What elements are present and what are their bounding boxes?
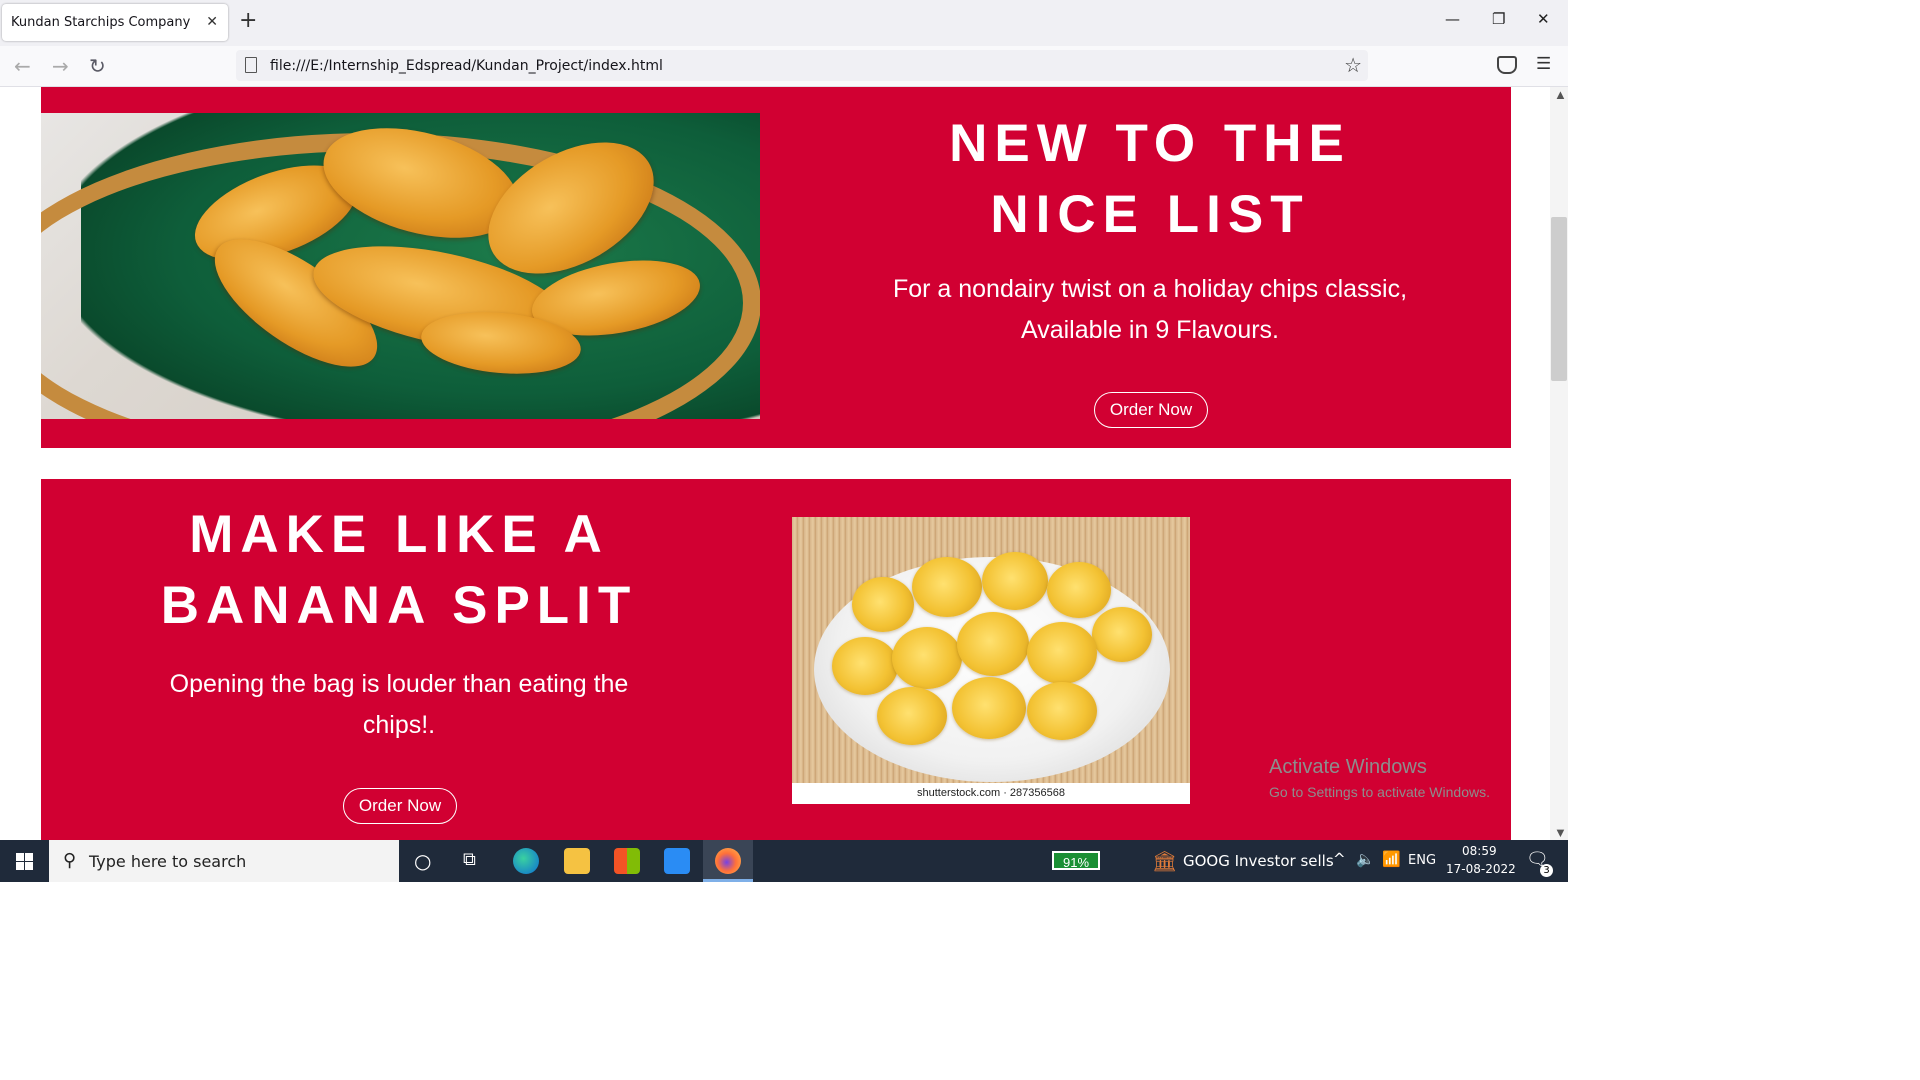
order-now-button[interactable]: Order Now <box>343 788 457 824</box>
address-bar[interactable]: file:///E:/Internship_Edspread/Kundan_Pr… <box>236 50 1368 81</box>
section-description: For a nondairy twist on a holiday chips … <box>850 269 1450 351</box>
page-viewport: NEW TO THE NICE LIST For a nondairy twis… <box>0 87 1550 840</box>
new-tab-icon[interactable]: + <box>239 8 257 33</box>
chip-shape <box>1092 607 1152 662</box>
promo-section-nice-list: NEW TO THE NICE LIST For a nondairy twis… <box>41 87 1511 448</box>
description-line-2: Available in 9 Flavours. <box>1020 316 1279 344</box>
wifi-icon[interactable]: 📶 <box>1382 850 1401 868</box>
chip-shape <box>832 637 898 695</box>
heading-line-1: NEW TO THE <box>949 114 1351 173</box>
chip-shape <box>892 627 962 689</box>
tab-bar: Kundan Starchips Company ✕ + — ❐ ✕ <box>0 0 1568 46</box>
scroll-up-icon[interactable]: ▲ <box>1554 87 1567 102</box>
chip-shape <box>952 677 1026 739</box>
page-scrollbar[interactable]: ▲ ▼ <box>1550 87 1568 840</box>
windows-taskbar: ⚲ Type here to search ○ ⧉ 91% 🏛 GOOG Inv… <box>0 840 1568 882</box>
news-ticker[interactable]: GOOG Investor sells <box>1183 852 1334 870</box>
heading-line-2: NICE LIST <box>990 185 1310 244</box>
edge-icon[interactable] <box>513 848 539 874</box>
chip-shape <box>852 577 914 632</box>
heading-line-2: BANANA SPLIT <box>160 576 638 635</box>
speaker-icon[interactable]: 🔈 <box>1356 850 1375 868</box>
banana-chips-leaf-image <box>41 113 760 419</box>
section-description: Opening the bag is louder than eating th… <box>99 664 699 746</box>
chip-shape <box>982 552 1048 610</box>
minimize-icon[interactable]: — <box>1445 10 1460 28</box>
chip-shape <box>912 557 982 617</box>
file-explorer-icon[interactable] <box>564 848 590 874</box>
chip-shape <box>1027 682 1097 740</box>
mail-icon[interactable] <box>664 848 690 874</box>
battery-indicator[interactable]: 91% <box>1052 851 1100 870</box>
menu-icon[interactable]: ☰ <box>1536 54 1551 74</box>
logo-pane <box>25 862 33 870</box>
file-icon <box>245 57 257 73</box>
description-line-2: chips!. <box>362 711 436 739</box>
close-tab-icon[interactable]: ✕ <box>206 13 218 30</box>
back-icon[interactable]: ← <box>14 54 31 78</box>
chip-shape <box>1047 562 1111 618</box>
section-heading: NEW TO THE NICE LIST <box>850 108 1450 250</box>
close-window-icon[interactable]: ✕ <box>1537 10 1550 28</box>
logo-pane <box>16 853 24 861</box>
clock-date[interactable]: 17-08-2022 <box>1446 862 1516 876</box>
restore-icon[interactable]: ❐ <box>1492 10 1505 28</box>
navigation-bar: ← → ↻ file:///E:/Internship_Edspread/Kun… <box>0 46 1568 87</box>
task-view-icon[interactable]: ⧉ <box>463 849 476 870</box>
clock-time[interactable]: 08:59 <box>1462 844 1497 858</box>
description-line-1: Opening the bag is louder than eating th… <box>169 670 629 698</box>
start-icon[interactable] <box>16 853 33 870</box>
section-heading: MAKE LIKE A BANANA SPLIT <box>99 499 699 641</box>
scroll-down-icon[interactable]: ▼ <box>1554 825 1567 840</box>
tab-title: Kundan Starchips Company <box>11 15 191 30</box>
taskbar-search-box[interactable]: ⚲ Type here to search <box>49 840 399 882</box>
chip-shape <box>957 612 1029 676</box>
activate-windows-title: Activate Windows <box>1269 756 1427 778</box>
reload-icon[interactable]: ↻ <box>89 54 106 78</box>
search-placeholder: Type here to search <box>89 852 247 871</box>
bank-icon: 🏛 <box>1152 849 1178 873</box>
store-icon[interactable] <box>614 848 640 874</box>
logo-pane <box>25 853 33 861</box>
chip-shape <box>877 687 947 745</box>
description-line-1: For a nondairy twist on a holiday chips … <box>892 275 1408 303</box>
activate-windows-subtitle: Go to Settings to activate Windows. <box>1269 784 1490 800</box>
forward-icon[interactable]: → <box>52 54 69 78</box>
pocket-icon[interactable] <box>1497 56 1517 74</box>
notification-count: 3 <box>1540 864 1553 877</box>
search-icon: ⚲ <box>63 850 77 870</box>
chip-shape <box>1027 622 1097 684</box>
logo-pane <box>16 862 24 870</box>
firefox-icon[interactable] <box>715 848 741 874</box>
browser-tab[interactable]: Kundan Starchips Company ✕ <box>2 4 228 41</box>
image-caption: shutterstock.com · 287356568 <box>792 783 1190 804</box>
order-now-button[interactable]: Order Now <box>1094 392 1208 428</box>
chevron-up-icon[interactable]: ^ <box>1333 850 1346 868</box>
scroll-thumb[interactable] <box>1551 217 1567 381</box>
heading-line-1: MAKE LIKE A <box>189 505 609 564</box>
language-indicator[interactable]: ENG <box>1408 853 1436 868</box>
url-text[interactable]: file:///E:/Internship_Edspread/Kundan_Pr… <box>270 58 663 74</box>
cortana-icon[interactable]: ○ <box>414 849 431 873</box>
bookmark-star-icon[interactable]: ☆ <box>1344 53 1362 78</box>
active-indicator <box>703 879 753 882</box>
banana-chips-bowl-image: shutterstock.com · 287356568 <box>792 517 1190 804</box>
